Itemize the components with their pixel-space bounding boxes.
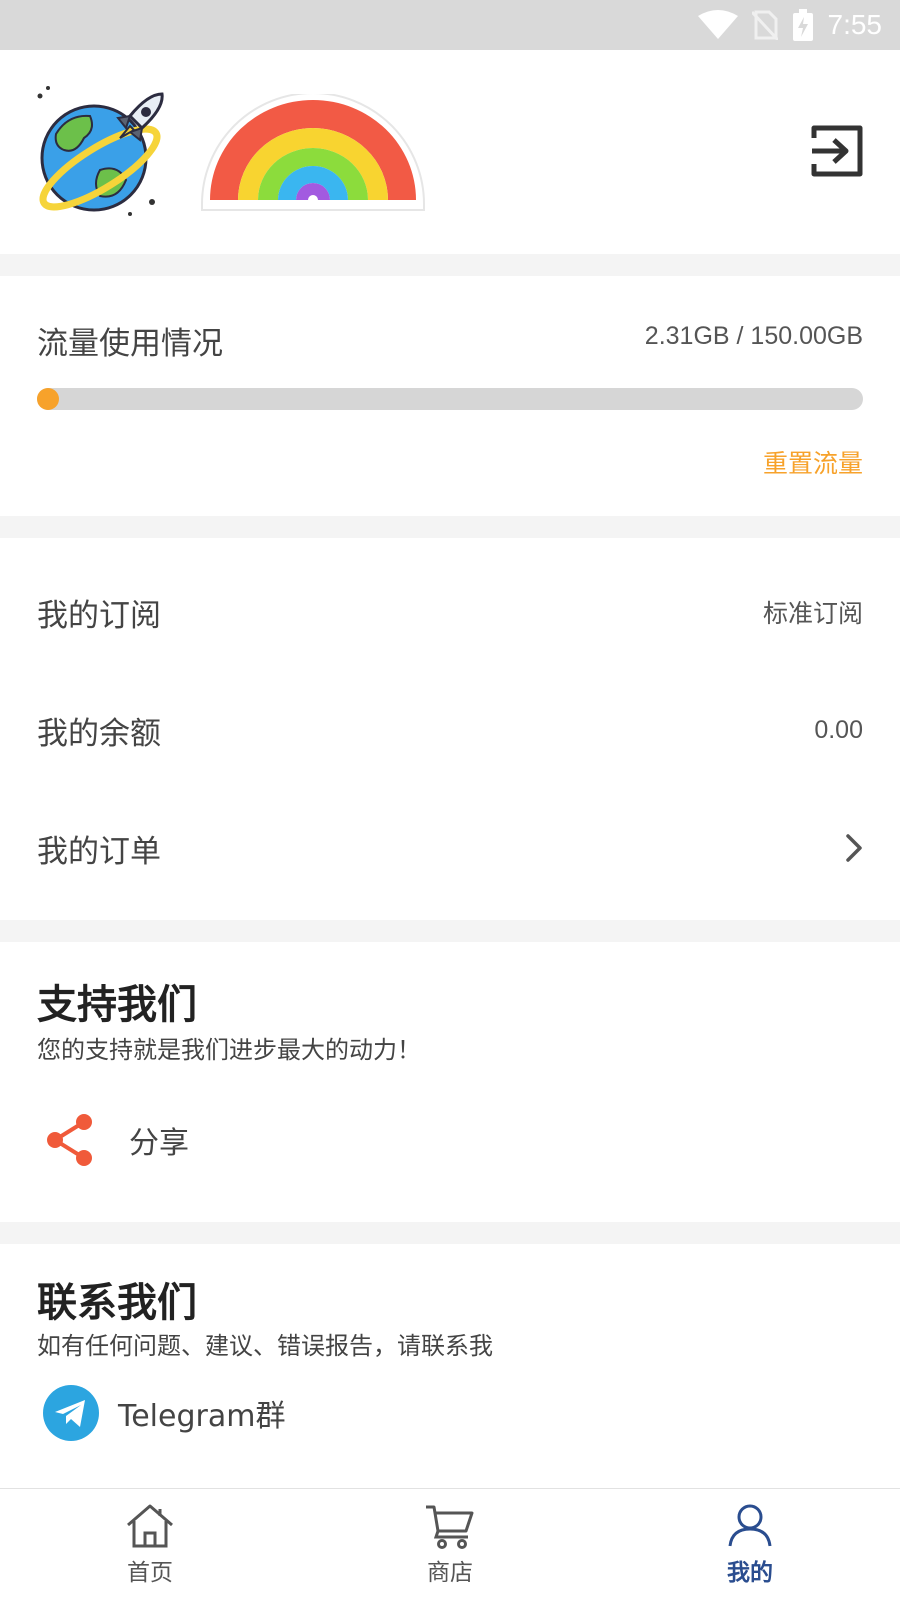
balance-value: 0.00 <box>814 715 863 744</box>
contact-us-card: 联系我们 如有任何问题、建议、错误报告，请联系我 Telegram群 <box>0 1244 900 1488</box>
status-time: 7:55 <box>827 9 883 40</box>
contact-title: 联系我们 <box>37 1280 197 1326</box>
telegram-group-link[interactable]: Telegram群 <box>42 1384 285 1442</box>
traffic-amount: 2.31GB / 150.00GB <box>644 322 863 350</box>
tab-mine-label: 我的 <box>727 1560 773 1586</box>
reset-traffic-button[interactable]: 重置流量 <box>763 444 863 480</box>
traffic-progress-bar <box>37 388 863 410</box>
telegram-icon <box>43 1385 99 1441</box>
share-button[interactable]: 分享 <box>37 1112 189 1168</box>
subscription-label: 我的订阅 <box>37 597 161 634</box>
status-bar: 7:55 <box>0 0 900 50</box>
traffic-title: 流量使用情况 <box>37 326 223 362</box>
chevron-right-icon <box>846 834 862 862</box>
no-sim-icon <box>751 10 778 40</box>
share-label: 分享 <box>129 1126 189 1161</box>
traffic-progress-fill <box>37 388 59 410</box>
contact-subtitle: 如有任何问题、建议、错误报告，请联系我 <box>37 1332 493 1360</box>
support-us-card: 支持我们 您的支持就是我们进步最大的动力！ 分享 <box>0 942 900 1222</box>
profile-header <box>0 50 900 254</box>
bottom-tab-bar: 首页 商店 我的 <box>0 1488 900 1601</box>
balance-row[interactable]: 我的余额 0.00 <box>0 670 900 790</box>
cart-icon <box>426 1505 474 1549</box>
support-title: 支持我们 <box>37 982 197 1028</box>
rainbow-badge <box>201 94 425 211</box>
tab-store[interactable]: 商店 <box>300 1489 600 1601</box>
status-icons: 7:55 <box>697 8 883 42</box>
account-info-card: 我的订阅 标准订阅 我的余额 0.00 我的订单 <box>0 538 900 920</box>
battery-charging-icon <box>792 9 813 41</box>
tab-store-label: 商店 <box>427 1560 473 1586</box>
support-subtitle: 您的支持就是我们进步最大的动力！ <box>37 1036 421 1064</box>
orders-row[interactable]: 我的订单 <box>0 788 900 908</box>
globe-rocket-logo <box>37 86 164 216</box>
subscription-row[interactable]: 我的订阅 标准订阅 <box>0 552 900 672</box>
wifi-icon <box>697 10 738 39</box>
share-icon <box>47 1114 92 1166</box>
logout-icon[interactable] <box>808 122 866 180</box>
home-icon <box>127 1504 173 1548</box>
tab-mine[interactable]: 我的 <box>600 1489 900 1601</box>
traffic-usage-card: 流量使用情况 2.31GB / 150.00GB 重置流量 <box>0 276 900 516</box>
person-icon <box>728 1504 772 1547</box>
balance-label: 我的余额 <box>37 715 161 752</box>
orders-label: 我的订单 <box>37 833 161 870</box>
tab-home-label: 首页 <box>127 1560 173 1586</box>
subscription-value: 标准订阅 <box>762 599 863 628</box>
tab-home[interactable]: 首页 <box>0 1489 300 1601</box>
telegram-label: Telegram群 <box>118 1399 286 1434</box>
